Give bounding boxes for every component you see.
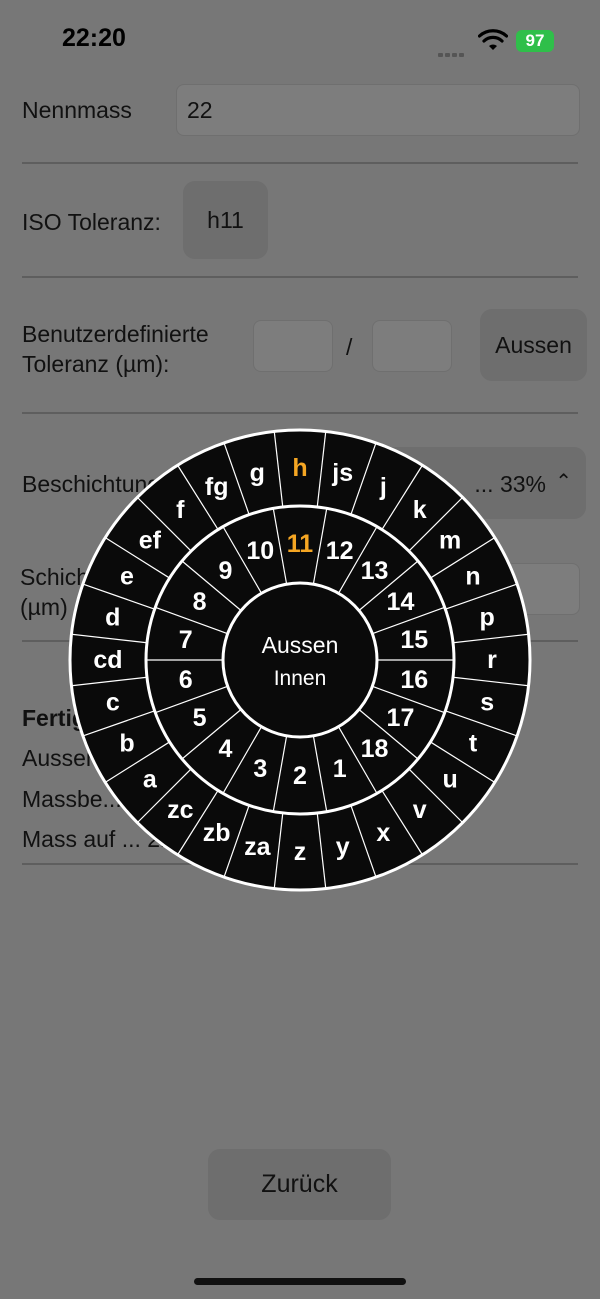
wheel-letter-u[interactable]: u — [442, 766, 457, 794]
status-time: 22:20 — [62, 24, 126, 52]
wheel-letter-d[interactable]: d — [105, 603, 120, 631]
back-button[interactable]: Zurück — [208, 1149, 391, 1220]
wheel-letter-zc[interactable]: zc — [167, 796, 194, 824]
iso-tolerance-button[interactable]: h11 — [183, 181, 268, 259]
wheel-letter-ef[interactable]: ef — [139, 526, 162, 554]
wheel-letter-x[interactable]: x — [376, 819, 390, 847]
wheel-grade-11[interactable]: 11 — [287, 530, 314, 558]
wheel-grade-2[interactable]: 2 — [293, 762, 307, 790]
wheel-grade-7[interactable]: 7 — [179, 626, 193, 654]
wheel-letter-v[interactable]: v — [413, 796, 427, 824]
wheel-letter-a[interactable]: a — [143, 766, 158, 794]
chevron-updown-icon: ⌃ — [555, 471, 572, 493]
custom-tolerance-separator: / — [346, 334, 353, 360]
divider — [22, 412, 578, 414]
wheel-letter-j[interactable]: j — [379, 473, 387, 501]
iso-tolerance-label: ISO Toleranz: — [22, 209, 161, 235]
nennmass-label: Nennmass — [22, 97, 132, 123]
cellular-signal-icon — [438, 44, 466, 62]
wheel-letter-h[interactable]: h — [292, 454, 307, 482]
battery-icon: 97 — [516, 30, 554, 52]
wheel-letter-za[interactable]: za — [244, 833, 272, 861]
wheel-grade-17[interactable]: 17 — [387, 704, 415, 732]
wheel-center-button[interactable] — [221, 581, 379, 739]
wheel-grade-9[interactable]: 9 — [218, 557, 232, 585]
wheel-letter-z[interactable]: z — [294, 838, 307, 866]
custom-tolerance-label-line1: Benutzerdefinierte — [22, 321, 209, 347]
wheel-letter-zb[interactable]: zb — [203, 819, 231, 847]
wheel-letter-g[interactable]: g — [250, 459, 265, 487]
wifi-icon — [478, 29, 508, 50]
wheel-letter-cd[interactable]: cd — [93, 646, 122, 674]
wheel-letter-m[interactable]: m — [439, 526, 461, 554]
tolerance-wheel[interactable]: h jsjkmnprstuvxyzzazbzcabccddeefffgg 11 12… — [68, 428, 532, 892]
wheel-grade-16[interactable]: 16 — [400, 666, 428, 694]
wheel-grade-3[interactable]: 3 — [253, 755, 267, 783]
wheel-letter-k[interactable]: k — [413, 496, 427, 524]
wheel-grade-13[interactable]: 13 — [361, 557, 389, 585]
wheel-letter-r[interactable]: r — [487, 646, 497, 674]
wheel-grade-6[interactable]: 6 — [179, 666, 193, 694]
wheel-grade-12[interactable]: 12 — [326, 537, 354, 565]
wheel-letter-b[interactable]: b — [119, 729, 134, 757]
wheel-letter-c[interactable]: c — [106, 689, 120, 717]
nennmass-input[interactable]: 22 — [176, 84, 580, 136]
divider — [22, 276, 578, 278]
wheel-letter-y[interactable]: y — [336, 833, 350, 861]
wheel-grade-4[interactable]: 4 — [218, 735, 232, 763]
wheel-letter-t[interactable]: t — [469, 729, 478, 757]
wheel-grade-14[interactable]: 14 — [387, 588, 415, 616]
custom-tolerance-label-line2: Toleranz (µm): — [22, 351, 170, 377]
wheel-grade-10[interactable]: 10 — [246, 537, 274, 565]
wheel-center-primary: Aussen — [262, 632, 339, 658]
wheel-grade-5[interactable]: 5 — [193, 704, 207, 732]
custom-tolerance-upper-input[interactable] — [253, 320, 333, 372]
wheel-letter-s[interactable]: s — [480, 689, 494, 717]
wheel-letter-js[interactable]: js — [331, 459, 353, 487]
wheel-letter-e[interactable]: e — [120, 563, 134, 591]
custom-tolerance-lower-input[interactable] — [372, 320, 452, 372]
wheel-letter-f[interactable]: f — [176, 496, 185, 524]
nennmass-value: 22 — [187, 97, 213, 123]
custom-tolerance-label: Benutzerdefinierte Toleranz (µm): — [22, 319, 209, 379]
wheel-letter-p[interactable]: p — [480, 603, 495, 631]
wheel-letter-n[interactable]: n — [465, 563, 480, 591]
wheel-grade-15[interactable]: 15 — [400, 626, 428, 654]
inside-outside-toggle-button[interactable]: Aussen — [480, 309, 587, 381]
divider — [22, 162, 578, 164]
home-indicator — [194, 1278, 406, 1285]
battery-level: 97 — [525, 31, 545, 50]
wheel-center-secondary: Innen — [274, 667, 327, 690]
wheel-letter-fg[interactable]: fg — [205, 473, 229, 501]
wheel-grade-18[interactable]: 18 — [361, 735, 389, 763]
wheel-grade-1[interactable]: 1 — [333, 755, 347, 783]
wheel-grade-8[interactable]: 8 — [193, 588, 207, 616]
